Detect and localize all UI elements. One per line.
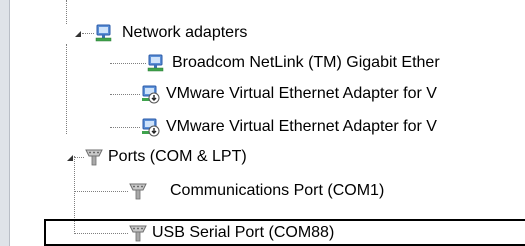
tree-node-label: VMware Virtual Ethernet Adapter for V xyxy=(166,85,437,102)
tree-node-label: Broadcom NetLink (TM) Gigabit Ether xyxy=(172,54,440,71)
port-icon xyxy=(85,149,103,166)
tree-node-network-adapters[interactable]: Network adapters xyxy=(0,21,525,45)
tree-connector-line xyxy=(110,127,140,128)
tree-node-ports[interactable]: Ports (COM & LPT) xyxy=(0,145,525,169)
network-adapter-icon xyxy=(147,54,164,72)
tree-connector-line xyxy=(82,33,94,34)
vmware-adapter-icon xyxy=(142,85,160,104)
tree-connector-line xyxy=(74,157,84,158)
tree-node-label: VMware Virtual Ethernet Adapter for V xyxy=(166,118,437,135)
device-tree: Network adapters Broadcom NetLink (TM) G… xyxy=(0,0,525,246)
tree-node-label: Communications Port (COM1) xyxy=(170,182,385,199)
tree-node-device[interactable]: Communications Port (COM1) xyxy=(0,179,525,203)
expanded-triangle-icon[interactable] xyxy=(74,30,82,38)
network-adapter-icon xyxy=(95,24,112,42)
tree-connector-line xyxy=(74,191,128,192)
tree-node-device[interactable]: VMware Virtual Ethernet Adapter for V xyxy=(0,115,525,139)
tree-connector-line xyxy=(110,94,140,95)
expanded-triangle-icon[interactable] xyxy=(66,154,74,162)
tree-node-device[interactable]: Broadcom NetLink (TM) Gigabit Ether xyxy=(0,51,525,75)
tree-node-device[interactable]: VMware Virtual Ethernet Adapter for V xyxy=(0,82,525,106)
port-icon xyxy=(129,183,147,200)
vmware-adapter-icon xyxy=(142,118,160,137)
tree-node-label: Ports (COM & LPT) xyxy=(108,148,247,165)
tree-connector-line xyxy=(110,63,146,64)
tree-node-label: Network adapters xyxy=(122,24,248,41)
highlight-box xyxy=(44,219,525,246)
